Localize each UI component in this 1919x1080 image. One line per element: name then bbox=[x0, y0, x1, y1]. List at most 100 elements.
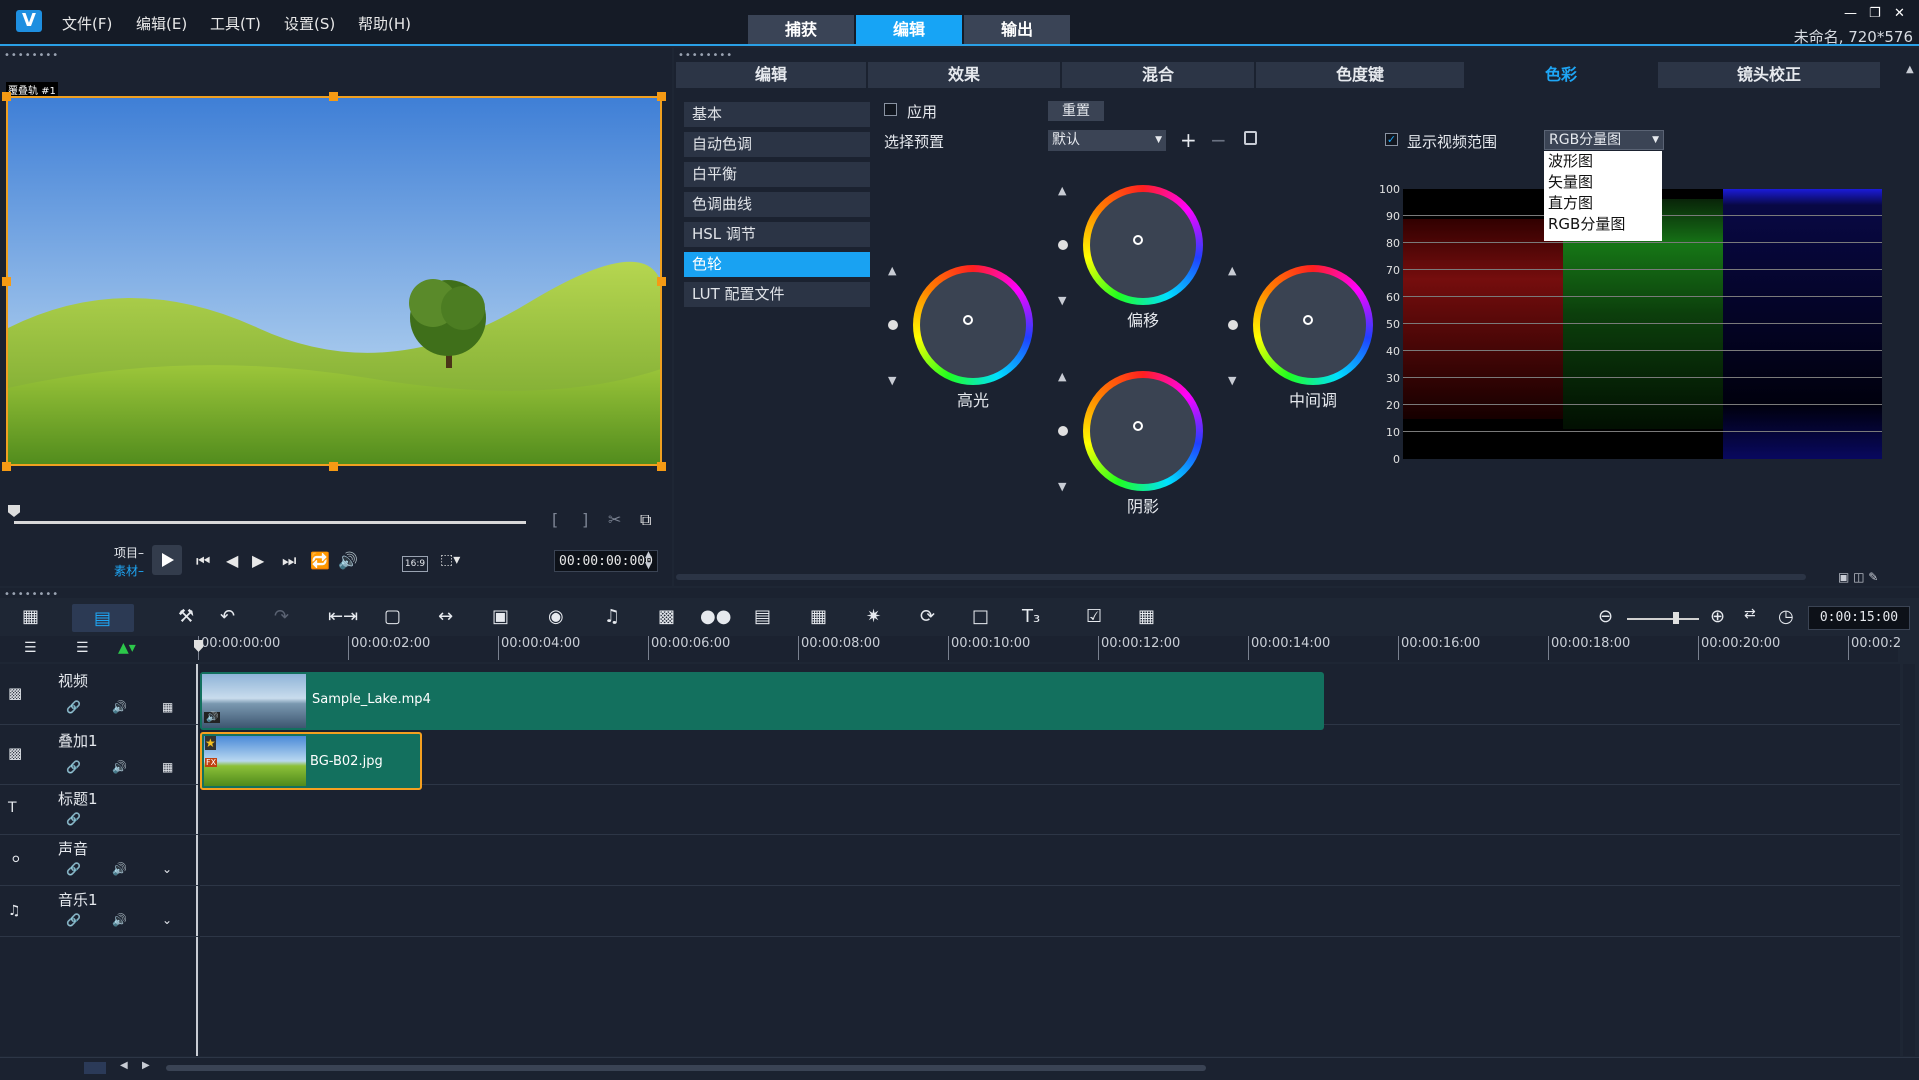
volume-icon[interactable]: 🔊 bbox=[112, 862, 127, 876]
track-header-title[interactable]: T 标题1 🔗 bbox=[0, 784, 198, 835]
preview-timecode[interactable]: 00:00:00:000 bbox=[554, 550, 658, 572]
remove-preset-icon[interactable]: − bbox=[1210, 128, 1227, 152]
volume-icon[interactable]: 🔊 bbox=[112, 913, 127, 927]
color-list-lut[interactable]: LUT 配置文件 bbox=[684, 282, 870, 307]
expand-chevron-icon[interactable]: ⌄ bbox=[162, 913, 172, 927]
midtone-up-icon[interactable]: ▲ bbox=[1228, 264, 1236, 277]
link-icon[interactable]: 🔗 bbox=[66, 760, 81, 774]
timeline-duration[interactable]: 0:00:15:00 bbox=[1808, 606, 1910, 630]
resize-clip-icon[interactable]: ▣ bbox=[492, 606, 509, 627]
tab-color[interactable]: 色彩 bbox=[1466, 62, 1656, 88]
track-header-voice[interactable]: ⚪ 声音 🔗 🔊 ⌄ bbox=[0, 834, 198, 886]
midtone-wheel-cursor[interactable] bbox=[1303, 315, 1313, 325]
chapter-icon[interactable]: ☰ bbox=[76, 640, 89, 656]
volume-icon[interactable]: 🔊 bbox=[112, 700, 127, 714]
panel-grip[interactable]: •••••••• bbox=[678, 50, 733, 61]
shadow-down-icon[interactable]: ▼ bbox=[1058, 480, 1066, 493]
reset-button[interactable]: 重置 bbox=[1048, 101, 1104, 121]
aspect-ratio-button[interactable]: 16:9 bbox=[402, 556, 428, 572]
color-list-color-wheel[interactable]: 色轮 bbox=[684, 252, 870, 277]
color-list-tone-curve[interactable]: 色调曲线 bbox=[684, 192, 870, 217]
panel-scroll-up-icon[interactable]: ▲ bbox=[1906, 64, 1914, 75]
color-list-basic[interactable]: 基本 bbox=[684, 102, 870, 127]
panel-grip[interactable]: •••••••• bbox=[4, 50, 59, 61]
repeat-icon[interactable]: 🔁 bbox=[310, 551, 330, 570]
scope-option-vectorscope[interactable]: 矢量图 bbox=[1544, 172, 1662, 193]
scrub-bar[interactable] bbox=[14, 521, 526, 524]
preview-image[interactable] bbox=[6, 96, 662, 466]
resize-handle[interactable] bbox=[2, 462, 11, 471]
menu-file[interactable]: 文件(F) bbox=[62, 13, 112, 34]
panel-view-icons[interactable]: ▣ ◫ ✎ bbox=[1838, 570, 1878, 584]
menu-settings[interactable]: 设置(S) bbox=[284, 13, 335, 34]
color-list-white-balance[interactable]: 白平衡 bbox=[684, 162, 870, 187]
offset-up-icon[interactable]: ▲ bbox=[1058, 184, 1066, 197]
show-scope-checkbox[interactable]: ✓ bbox=[1385, 133, 1398, 146]
mode-clip-label[interactable]: 素材– bbox=[114, 562, 144, 579]
pan-zoom-icon[interactable]: ▢ bbox=[384, 606, 401, 627]
enlarge-preview-icon[interactable]: ⧉ bbox=[640, 510, 651, 530]
ripple-edit-icon[interactable]: ▲▾ bbox=[118, 640, 136, 656]
horizontal-scroll-thumb[interactable] bbox=[166, 1065, 1206, 1071]
timeline-ruler[interactable]: 00:00:00:00 00:00:02:00 00:00:04:00 00:0… bbox=[198, 636, 1901, 662]
track-header-video[interactable]: ▩ 视频 🔗 🔊 ▦ bbox=[0, 664, 198, 725]
mode-tab-edit[interactable]: 编辑 bbox=[856, 15, 962, 44]
scope-option-rgb-parade[interactable]: RGB分量图 bbox=[1544, 214, 1662, 235]
tab-edit[interactable]: 编辑 bbox=[676, 62, 866, 88]
tab-chroma-key[interactable]: 色度键 bbox=[1256, 62, 1464, 88]
close-icon[interactable]: ✕ bbox=[1894, 6, 1905, 21]
track-manager-icon[interactable]: ☰ bbox=[24, 640, 37, 656]
grid-icon[interactable]: ▦ bbox=[162, 700, 173, 714]
multi-camera-icon[interactable]: ▦ bbox=[810, 606, 827, 627]
checkmark-icon[interactable]: ☑ bbox=[1086, 606, 1102, 627]
midtone-level-slider[interactable] bbox=[1228, 320, 1238, 330]
motion-track-icon[interactable]: ▩ bbox=[658, 606, 675, 627]
splitter[interactable] bbox=[0, 588, 1919, 598]
shadow-color-wheel[interactable] bbox=[1083, 371, 1203, 491]
timeline-tracks[interactable]: 🔊 Sample_Lake.mp4 ★ FX BG-B02.jpg bbox=[200, 664, 1900, 1056]
resize-handle[interactable] bbox=[329, 92, 338, 101]
3d-title-icon[interactable]: T₃ bbox=[1022, 606, 1040, 627]
track-header-overlay[interactable]: ▩ 叠加1 🔗 🔊 ▦ bbox=[0, 724, 198, 785]
lane-overlay[interactable] bbox=[200, 724, 1900, 785]
video-clip[interactable]: 🔊 Sample_Lake.mp4 bbox=[200, 672, 1324, 730]
volume-icon[interactable]: 🔊 bbox=[112, 760, 127, 774]
resize-handle[interactable] bbox=[657, 277, 666, 286]
adjustment-icon[interactable]: ▦ bbox=[1138, 606, 1155, 627]
highlight-up-icon[interactable]: ▲ bbox=[888, 264, 896, 277]
resize-handle[interactable] bbox=[329, 462, 338, 471]
redo-icon[interactable]: ↷ bbox=[274, 606, 289, 627]
apply-checkbox[interactable] bbox=[884, 103, 897, 116]
zoom-out-icon[interactable]: ⊖ bbox=[1598, 606, 1613, 627]
add-preset-icon[interactable]: + bbox=[1180, 128, 1197, 152]
lane-music[interactable] bbox=[200, 885, 1900, 937]
link-icon[interactable]: 🔗 bbox=[66, 862, 81, 876]
link-icon[interactable]: 🔗 bbox=[66, 812, 81, 826]
highlight-wheel-cursor[interactable] bbox=[963, 315, 973, 325]
go-to-end-icon[interactable]: ⏭ bbox=[282, 551, 296, 571]
offset-wheel-cursor[interactable] bbox=[1133, 235, 1143, 245]
save-preset-icon[interactable] bbox=[1244, 131, 1257, 145]
timeline-view-button[interactable]: ▤ bbox=[72, 604, 134, 632]
highlight-down-icon[interactable]: ▼ bbox=[888, 374, 896, 387]
volume-icon[interactable]: 🔊 bbox=[338, 551, 358, 570]
undo-icon[interactable]: ↶ bbox=[220, 606, 235, 627]
scope-option-waveform[interactable]: 波形图 bbox=[1544, 151, 1662, 172]
scroll-left-icon[interactable]: ◀ bbox=[120, 1060, 128, 1071]
split-scissors-icon[interactable]: ✂ bbox=[608, 510, 621, 529]
offset-color-wheel[interactable] bbox=[1083, 185, 1203, 305]
tab-lens-correction[interactable]: 镜头校正 bbox=[1658, 62, 1880, 88]
zoom-slider-thumb[interactable] bbox=[1673, 612, 1679, 624]
expand-chevron-icon[interactable]: ⌄ bbox=[162, 862, 172, 876]
next-frame-icon[interactable]: ▶ bbox=[252, 551, 264, 570]
lane-voice[interactable] bbox=[200, 834, 1900, 886]
link-icon[interactable]: 🔗 bbox=[66, 700, 81, 714]
shadow-up-icon[interactable]: ▲ bbox=[1058, 370, 1066, 383]
scope-option-histogram[interactable]: 直方图 bbox=[1544, 193, 1662, 214]
menu-tools[interactable]: 工具(T) bbox=[210, 13, 261, 34]
link-icon[interactable]: 🔗 bbox=[66, 913, 81, 927]
resize-handle[interactable] bbox=[657, 92, 666, 101]
mode-project-label[interactable]: 项目– bbox=[114, 544, 144, 561]
grid-icon[interactable]: ▦ bbox=[162, 760, 173, 774]
crop-icon[interactable]: □ bbox=[972, 606, 989, 627]
